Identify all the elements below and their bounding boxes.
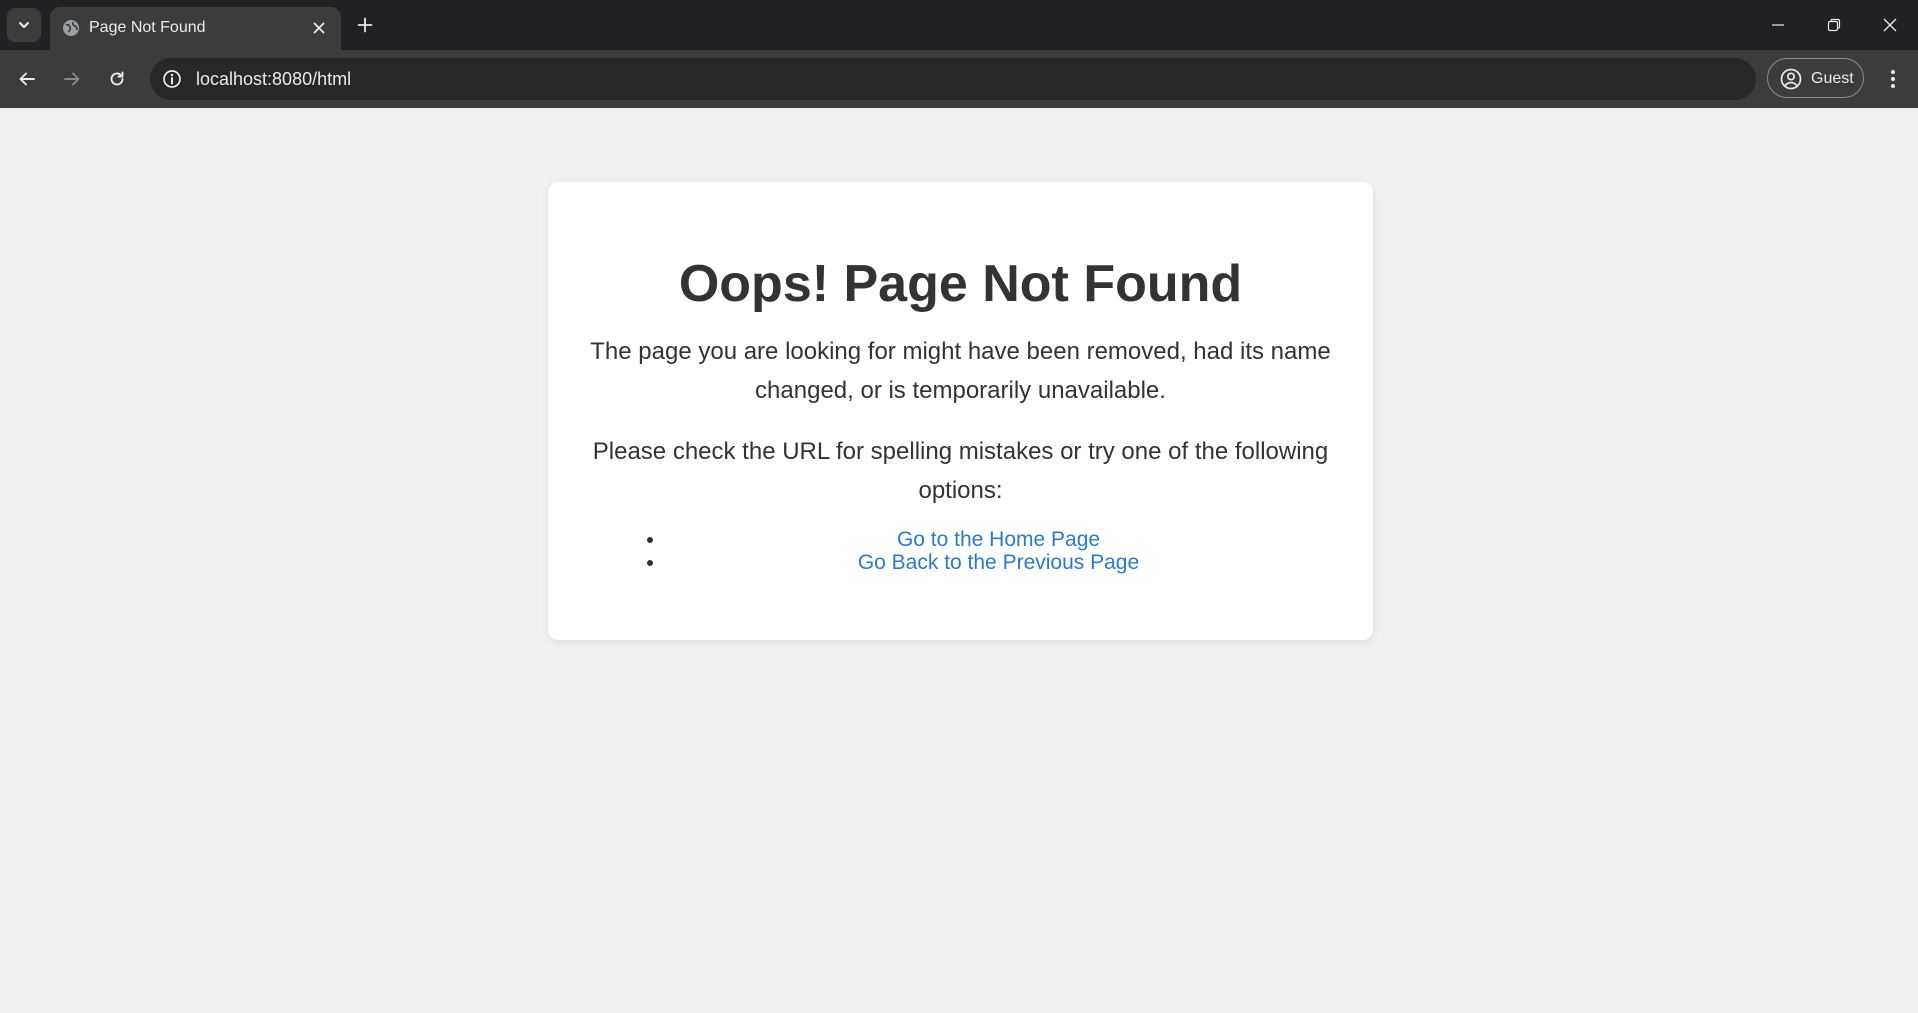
error-card: Oops! Page Not Found The page you are lo… — [548, 182, 1373, 640]
browser-toolbar: localhost:8080/html Guest — [0, 50, 1918, 108]
restore-button[interactable] — [1806, 0, 1862, 50]
close-window-button[interactable] — [1862, 0, 1918, 50]
back-button[interactable] — [10, 62, 44, 96]
reload-icon — [110, 71, 124, 86]
address-bar[interactable]: localhost:8080/html — [150, 58, 1756, 100]
error-message: The page you are looking for might have … — [590, 338, 1331, 404]
arrow-right-icon — [64, 72, 80, 86]
minimize-button[interactable] — [1750, 0, 1806, 50]
profile-button[interactable]: Guest — [1767, 58, 1864, 98]
active-tab[interactable]: Page Not Found — [50, 7, 341, 50]
page-viewport: Oops! Page Not Found The page you are lo… — [0, 108, 1918, 1013]
plus-icon — [357, 17, 373, 33]
profile-label: Guest — [1811, 70, 1854, 87]
reload-button[interactable] — [100, 62, 134, 96]
tab-close-button[interactable] — [309, 18, 329, 38]
arrow-left-icon — [19, 72, 35, 86]
restore-icon — [1827, 18, 1841, 32]
new-tab-button[interactable] — [351, 11, 379, 39]
tab-title: Page Not Found — [89, 19, 206, 36]
options-list: Go to the Home Page Go Back to the Previ… — [590, 528, 1331, 574]
list-item: Go Back to the Previous Page — [666, 551, 1331, 574]
previous-page-link[interactable]: Go Back to the Previous Page — [858, 551, 1139, 574]
forward-button[interactable] — [55, 62, 89, 96]
minimize-icon — [1772, 24, 1784, 26]
person-circle-icon — [1780, 68, 1802, 90]
browser-menu-button[interactable] — [1876, 62, 1910, 96]
close-icon — [1883, 18, 1897, 32]
info-icon[interactable] — [162, 69, 182, 89]
close-icon — [313, 22, 325, 34]
globe-icon — [63, 20, 79, 36]
list-item: Go to the Home Page — [666, 528, 1331, 551]
page-title: Oops! Page Not Found — [678, 255, 1243, 313]
url-text[interactable]: localhost:8080/html — [196, 68, 351, 90]
suggestion-text: Please check the URL for spelling mistak… — [592, 438, 1329, 504]
kebab-menu-icon — [1891, 70, 1895, 88]
tab-search-button[interactable] — [7, 8, 41, 42]
chevron-down-icon — [19, 22, 29, 28]
home-page-link[interactable]: Go to the Home Page — [897, 528, 1100, 551]
browser-tabstrip: Page Not Found — [0, 0, 1918, 50]
